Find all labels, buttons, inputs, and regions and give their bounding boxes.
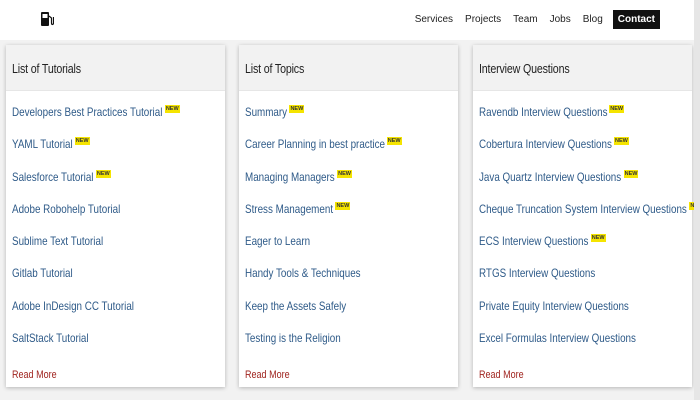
list-item[interactable]: Private Equity Interview Questions — [479, 299, 686, 331]
list-item-link[interactable]: Ravendb Interview Questions — [479, 105, 608, 119]
nav-item-blog[interactable]: Blog — [577, 10, 609, 29]
list-item[interactable]: Cobertura Interview Questions NEW — [479, 137, 686, 169]
list-item[interactable]: Adobe InDesign CC Tutorial — [12, 299, 219, 331]
new-badge: NEW — [335, 201, 351, 210]
list-item-link[interactable]: Career Planning in best practice — [245, 137, 385, 151]
new-badge: NEW — [164, 105, 180, 113]
list-item[interactable]: RTGS Interview Questions — [479, 266, 686, 298]
read-more-link[interactable]: Read More — [245, 369, 290, 381]
list-item-link[interactable]: Adobe InDesign CC Tutorial — [12, 299, 134, 313]
list-item-link[interactable]: Stress Management — [245, 202, 333, 216]
list-item-link[interactable]: Eager to Learn — [245, 234, 310, 248]
card-title: Interview Questions — [479, 61, 570, 76]
card-list: Ravendb Interview Questions NEW Cobertura … — [473, 91, 700, 363]
list-item-link[interactable]: Adobe Robohelp Tutorial — [12, 202, 120, 216]
list-item-link[interactable]: Private Equity Interview Questions — [479, 299, 629, 313]
list-item[interactable]: Handy Tools & Techniques — [245, 266, 452, 298]
list-item-link[interactable]: ECS Interview Questions — [479, 234, 588, 248]
list-item[interactable]: Java Quartz Interview Questions NEW — [479, 169, 686, 202]
new-badge: NEW — [74, 137, 90, 146]
read-more-link[interactable]: Read More — [12, 369, 57, 381]
card-header: List of Topics — [239, 45, 458, 91]
list-item-link[interactable]: Excel Formulas Interview Questions — [479, 331, 636, 345]
list-item-link[interactable]: Keep the Assets Safely — [245, 299, 346, 313]
new-badge: NEW — [623, 169, 639, 178]
new-badge: NEW — [386, 137, 402, 146]
list-item-link[interactable]: Salesforce Tutorial — [12, 170, 94, 184]
list-item[interactable]: Managing Managers NEW — [245, 169, 452, 202]
list-item[interactable]: Developers Best Practices Tutorial NEW — [12, 105, 219, 137]
main-nav: Services Projects Team Jobs Blog Contact — [409, 10, 660, 29]
list-item[interactable]: Keep the Assets Safely — [245, 299, 452, 331]
list-item[interactable]: Eager to Learn — [245, 234, 452, 266]
new-badge: NEW — [337, 169, 352, 178]
list-item-link[interactable]: Handy Tools & Techniques — [245, 266, 361, 280]
list-item[interactable]: Career Planning in best practice NEW — [245, 137, 452, 169]
top-navigation-bar: Services Projects Team Jobs Blog Contact — [0, 0, 700, 40]
list-item[interactable]: Gitlab Tutorial — [12, 266, 219, 298]
card-list: Developers Best Practices Tutorial NEW YAM… — [6, 91, 225, 363]
list-item-link[interactable]: Cobertura Interview Questions — [479, 137, 612, 151]
new-badge: NEW — [590, 234, 606, 243]
list-item-link[interactable]: Gitlab Tutorial — [12, 266, 73, 280]
card-title: List of Topics — [245, 61, 305, 76]
list-item-link[interactable]: Managing Managers — [245, 170, 335, 184]
new-badge: NEW — [613, 137, 629, 146]
list-item-link[interactable]: YAML Tutorial — [12, 137, 73, 151]
list-item[interactable]: Stress Management NEW — [245, 201, 452, 234]
list-item[interactable]: ECS Interview Questions NEW — [479, 234, 686, 266]
fuel-pump-icon[interactable] — [40, 11, 54, 27]
list-item[interactable]: Adobe Robohelp Tutorial — [12, 202, 219, 234]
list-item-link[interactable]: Cheque Truncation System Interview Quest… — [479, 202, 687, 216]
new-badge: NEW — [289, 105, 305, 113]
page-scrollbar[interactable] — [694, 0, 700, 400]
list-item-link[interactable]: Sublime Text Tutorial — [12, 234, 103, 248]
list-item-link[interactable]: Testing is the Religion — [245, 331, 341, 345]
topics-card: List of Topics Summary NEW Career Planning… — [239, 45, 458, 387]
nav-item-team[interactable]: Team — [507, 10, 543, 29]
list-item-link[interactable]: Java Quartz Interview Questions — [479, 170, 621, 184]
list-item[interactable]: YAML Tutorial NEW — [12, 137, 219, 169]
list-item[interactable]: Testing is the Religion — [245, 331, 452, 363]
list-item-link[interactable]: SaltStack Tutorial — [12, 331, 89, 345]
list-item[interactable]: Salesforce Tutorial NEW — [12, 169, 219, 202]
list-item-link[interactable]: RTGS Interview Questions — [479, 266, 595, 280]
list-item[interactable]: Cheque Truncation System Interview Quest… — [479, 201, 700, 234]
interview-questions-card: Interview Questions Ravendb Interview Qu… — [473, 45, 700, 387]
list-item[interactable]: Excel Formulas Interview Questions — [479, 331, 686, 363]
list-item[interactable]: Summary NEW — [245, 105, 452, 137]
list-item[interactable]: SaltStack Tutorial — [12, 331, 219, 363]
nav-item-projects[interactable]: Projects — [459, 10, 507, 29]
tutorials-card: List of Tutorials Developers Best Practi… — [6, 45, 225, 387]
list-item[interactable]: Ravendb Interview Questions NEW — [479, 105, 686, 137]
read-more-link[interactable]: Read More — [479, 369, 524, 381]
contact-button[interactable]: Contact — [612, 10, 660, 29]
nav-item-jobs[interactable]: Jobs — [544, 10, 577, 29]
card-list: Summary NEW Career Planning in best practi… — [239, 91, 458, 363]
list-item[interactable]: Sublime Text Tutorial — [12, 234, 219, 266]
new-badge: NEW — [95, 169, 111, 178]
card-header: Interview Questions — [473, 45, 692, 91]
list-item-link[interactable]: Summary — [245, 105, 287, 119]
new-badge: NEW — [609, 105, 625, 113]
card-title: List of Tutorials — [12, 61, 81, 76]
list-item-link[interactable]: Developers Best Practices Tutorial — [12, 105, 162, 119]
nav-item-services[interactable]: Services — [409, 10, 459, 29]
card-header: List of Tutorials — [6, 45, 225, 91]
